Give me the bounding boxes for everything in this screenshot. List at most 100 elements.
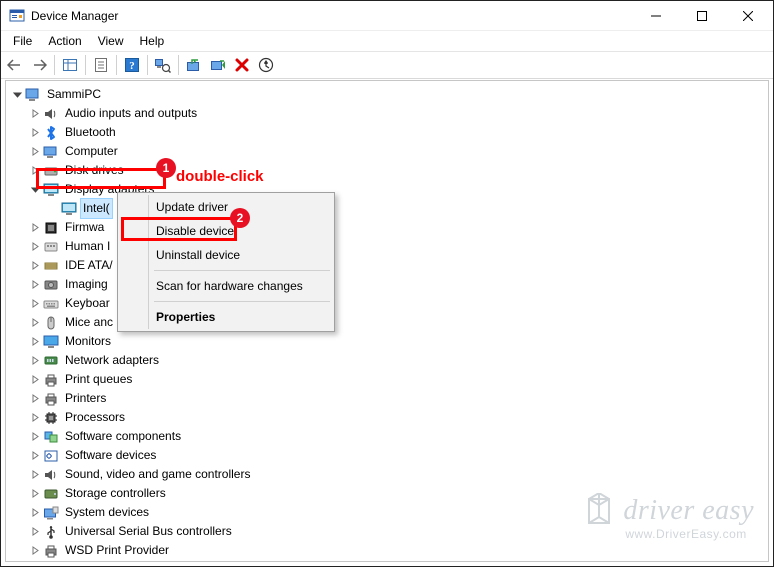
toolbar-back-button[interactable] [4,54,26,76]
tree-node-label: IDE ATA/ [63,256,115,275]
system-icon [43,505,59,521]
tree-node-label: Universal Serial Bus controllers [63,522,234,541]
content-pane: SammiPCAudio inputs and outputsBluetooth… [5,80,769,562]
imaging-icon [43,277,59,293]
toolbar-separator [116,55,117,75]
network-icon [43,353,59,369]
chevron-right-icon[interactable] [28,316,42,330]
toolbar-forward-button[interactable] [28,54,50,76]
firmware-icon [43,220,59,236]
chevron-right-icon[interactable] [28,468,42,482]
chevron-right-icon[interactable] [28,107,42,121]
chevron-down-icon[interactable] [10,88,24,102]
chevron-down-icon[interactable] [28,183,42,197]
tree-node-label: Mice anc [63,313,115,332]
toolbar-show-hide-tree-button[interactable] [59,54,81,76]
minimize-button[interactable] [633,1,679,30]
menu-help[interactable]: Help [132,31,173,51]
ide-icon [43,258,59,274]
tree-category[interactable]: Software devices [10,446,764,465]
tree-category[interactable]: Computer [10,142,764,161]
menu-file[interactable]: File [5,31,40,51]
chevron-right-icon[interactable] [28,126,42,140]
chevron-right-icon[interactable] [28,145,42,159]
chevron-right-icon[interactable] [28,297,42,311]
printer-icon [43,543,59,559]
computer-icon [43,144,59,160]
toolbar-disable-button[interactable] [207,54,229,76]
tree-root[interactable]: SammiPC [10,85,764,104]
chevron-right-icon[interactable] [28,411,42,425]
tree-category[interactable]: Software components [10,427,764,446]
tree-category[interactable]: Bluetooth [10,123,764,142]
tree-category[interactable]: Audio inputs and outputs [10,104,764,123]
tree-node-label: SammiPC [45,85,103,104]
chevron-right-icon[interactable] [28,506,42,520]
close-button[interactable] [725,1,771,30]
chevron-right-icon[interactable] [28,354,42,368]
chevron-right-icon[interactable] [28,373,42,387]
printer-icon [43,372,59,388]
chevron-right-icon[interactable] [28,335,42,349]
tree-category[interactable]: System devices [10,503,764,522]
tree-category[interactable]: Monitors [10,332,764,351]
speaker-icon [43,467,59,483]
tree-node-label: Print queues [63,370,134,389]
maximize-button[interactable] [679,1,725,30]
tree-node-label: Human I [63,237,112,256]
chevron-right-icon[interactable] [28,487,42,501]
toolbar-properties-button[interactable] [90,54,112,76]
chevron-right-icon[interactable] [28,278,42,292]
toolbar-update-driver-button[interactable] [183,54,205,76]
tree-category[interactable]: Print queues [10,370,764,389]
toolbar-wizard-button[interactable] [255,54,277,76]
tree-category[interactable]: Disk drives [10,161,764,180]
storage-icon [43,486,59,502]
swcomp-icon [43,429,59,445]
tree-category[interactable]: Network adapters [10,351,764,370]
context-menu-properties[interactable]: Properties [120,305,332,329]
display-icon [43,182,59,198]
tree-node-label: Firmwa [63,218,106,237]
window-title: Device Manager [31,9,633,23]
tree-node-label: Printers [63,389,108,408]
tree-category[interactable]: Sound, video and game controllers [10,465,764,484]
hid-icon [43,239,59,255]
context-menu-update-driver[interactable]: Update driver [120,195,332,219]
chevron-right-icon[interactable] [28,221,42,235]
toolbar-scan-button[interactable] [152,54,174,76]
context-menu-disable-device[interactable]: Disable device [120,219,332,243]
tree-node-label: Disk drives [63,161,126,180]
chevron-right-icon[interactable] [28,164,42,178]
chevron-right-icon[interactable] [28,525,42,539]
expander-placeholder [46,202,60,216]
chevron-right-icon[interactable] [28,544,42,558]
speaker-icon [43,106,59,122]
tree-node-label: Sound, video and game controllers [63,465,252,484]
toolbar-uninstall-button[interactable] [231,54,253,76]
chevron-right-icon[interactable] [28,392,42,406]
toolbar: ? [1,51,773,79]
app-icon [9,8,25,24]
menu-view[interactable]: View [90,31,132,51]
tree-category[interactable]: Processors [10,408,764,427]
context-menu: Update driver Disable device Uninstall d… [117,192,335,332]
toolbar-help-button[interactable]: ? [121,54,143,76]
toolbar-separator [85,55,86,75]
context-menu-scan-hardware[interactable]: Scan for hardware changes [120,274,332,298]
svg-text:?: ? [129,60,135,72]
window: Device Manager File Action View Help [0,0,774,567]
chevron-right-icon[interactable] [28,430,42,444]
menu-action[interactable]: Action [40,31,89,51]
tree-node-label: Computer [63,142,120,161]
tree-node-label: WSD Print Provider [63,541,171,559]
tree-category[interactable]: Universal Serial Bus controllers [10,522,764,541]
context-menu-uninstall-device[interactable]: Uninstall device [120,243,332,267]
chevron-right-icon[interactable] [28,240,42,254]
tree-category[interactable]: WSD Print Provider [10,541,764,559]
tree-node-label: Storage controllers [63,484,168,503]
chevron-right-icon[interactable] [28,259,42,273]
tree-category[interactable]: Printers [10,389,764,408]
tree-category[interactable]: Storage controllers [10,484,764,503]
chevron-right-icon[interactable] [28,449,42,463]
